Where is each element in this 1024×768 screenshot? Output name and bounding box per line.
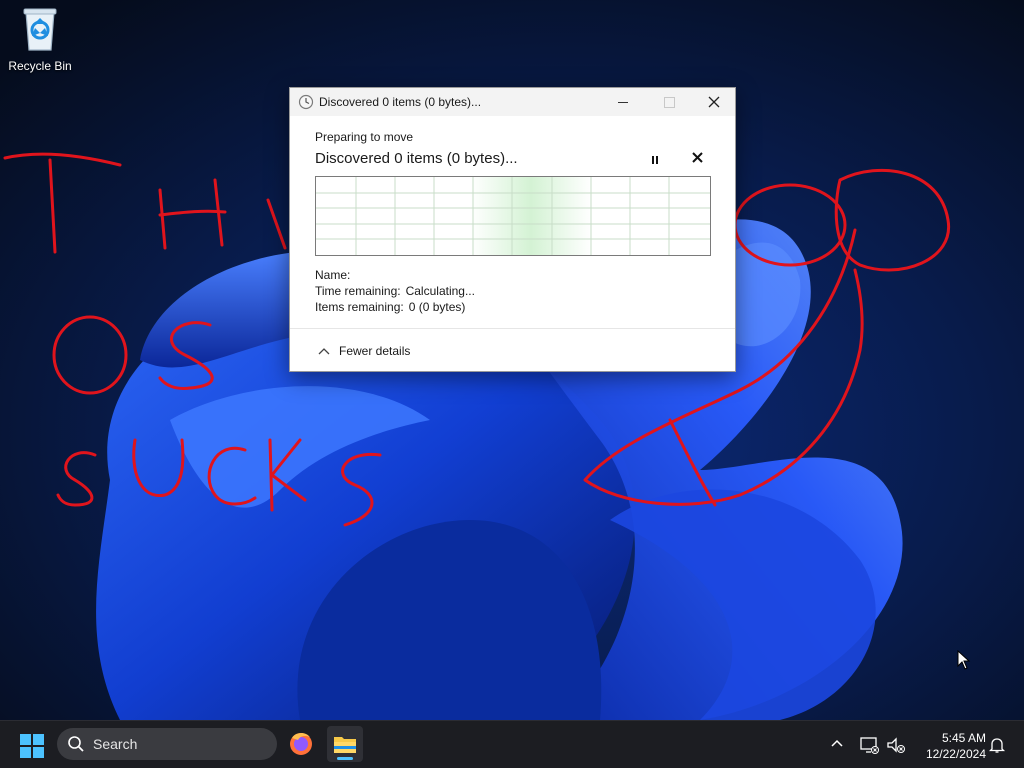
name-label: Name: bbox=[315, 268, 351, 282]
pause-button[interactable] bbox=[646, 152, 664, 168]
time-remaining-row: Time remaining: Calculating... bbox=[315, 283, 475, 299]
cancel-operation-button[interactable] bbox=[692, 150, 703, 167]
mouse-cursor-icon bbox=[957, 650, 971, 670]
name-row: Name: bbox=[315, 267, 475, 283]
clock-time: 5:45 AM bbox=[941, 731, 986, 745]
active-app-indicator bbox=[337, 757, 353, 760]
taskbar-search-box[interactable]: Search bbox=[57, 728, 277, 760]
items-remaining-row: Items remaining: 0 (0 bytes) bbox=[315, 299, 475, 315]
close-window-button[interactable] bbox=[691, 88, 737, 116]
maximize-button bbox=[646, 88, 692, 116]
network-icon[interactable] bbox=[858, 735, 880, 755]
minimize-icon bbox=[618, 101, 628, 103]
taskbar-app-firefox[interactable] bbox=[283, 726, 319, 762]
minimize-button[interactable] bbox=[600, 88, 646, 116]
chevron-up-icon[interactable] bbox=[828, 735, 846, 753]
taskbar-app-file-explorer[interactable] bbox=[327, 726, 363, 762]
pause-icon bbox=[652, 156, 654, 164]
clock-date: 12/22/2024 bbox=[925, 747, 986, 761]
items-remaining-label: Items remaining: bbox=[315, 300, 404, 314]
close-icon bbox=[708, 96, 720, 108]
recycle-bin-label: Recycle Bin bbox=[8, 59, 72, 73]
recycle-bin-shortcut[interactable]: Recycle Bin bbox=[4, 6, 76, 73]
file-operation-dialog: Discovered 0 items (0 bytes)... Preparin… bbox=[289, 87, 736, 372]
fewer-details-label: Fewer details bbox=[339, 344, 411, 358]
chevron-up-icon bbox=[318, 348, 330, 355]
operation-details: Name: Time remaining: Calculating... Item… bbox=[315, 267, 475, 315]
time-remaining-label: Time remaining: bbox=[315, 284, 401, 298]
recycle-bin-icon bbox=[23, 8, 57, 51]
dialog-title: Discovered 0 items (0 bytes)... bbox=[319, 95, 482, 109]
taskbar-clock[interactable]: 5:45 AM 12/22/2024 bbox=[912, 730, 986, 762]
items-remaining-value: 0 (0 bytes) bbox=[408, 300, 466, 314]
volume-muted-icon[interactable] bbox=[885, 735, 907, 755]
search-icon bbox=[68, 736, 84, 752]
firefox-icon bbox=[290, 732, 312, 755]
clock-icon bbox=[298, 94, 314, 110]
search-placeholder: Search bbox=[93, 736, 138, 752]
notification-bell-icon[interactable] bbox=[988, 736, 1006, 754]
time-remaining-value: Calculating... bbox=[405, 284, 475, 298]
taskbar: Search 5:45 AM 12/22/2024 bbox=[0, 720, 1024, 768]
divider bbox=[290, 328, 735, 329]
close-icon bbox=[692, 152, 703, 163]
fewer-details-button[interactable]: Fewer details bbox=[318, 344, 410, 358]
operation-heading: Discovered 0 items (0 bytes)... bbox=[315, 150, 518, 167]
transfer-speed-graph bbox=[315, 176, 711, 256]
maximize-icon bbox=[663, 96, 675, 108]
operation-status: Preparing to move bbox=[315, 130, 414, 144]
windows-start-icon[interactable] bbox=[20, 734, 44, 758]
dialog-titlebar[interactable]: Discovered 0 items (0 bytes)... bbox=[290, 88, 735, 116]
